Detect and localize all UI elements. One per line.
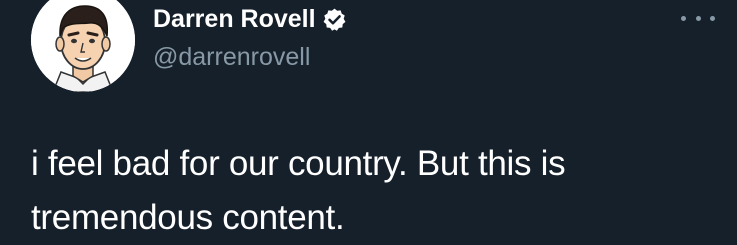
author-name-row[interactable]: Darren Rovell bbox=[153, 4, 347, 34]
more-options-icon[interactable] bbox=[681, 8, 715, 28]
verified-badge-icon bbox=[322, 7, 347, 32]
dot bbox=[695, 15, 701, 21]
author-display-name[interactable]: Darren Rovell bbox=[153, 4, 316, 34]
dot bbox=[710, 15, 715, 21]
dot bbox=[681, 15, 686, 21]
tweet-card: Darren Rovell @darrenrovell i feel bad f… bbox=[0, 0, 737, 245]
avatar[interactable] bbox=[31, 0, 135, 92]
author-handle[interactable]: @darrenrovell bbox=[153, 42, 310, 72]
tweet-text: i feel bad for our country. But this is … bbox=[31, 144, 566, 237]
avatar-illustration bbox=[31, 0, 135, 92]
